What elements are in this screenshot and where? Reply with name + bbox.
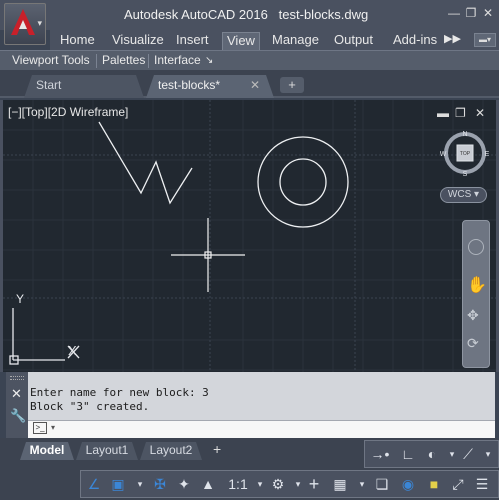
workspace-switch-icon[interactable]: ▦ [329,472,351,496]
chevron-down-icon[interactable]: ▾ [351,472,373,496]
status-bar-upper-tools: →• ∟ ◐ ▾ ⟋ ▾ [364,440,499,468]
tab-add-ins[interactable]: Add-ins [389,32,441,50]
tab-layout2[interactable]: Layout2 [140,442,202,460]
polyline-shape [98,121,193,205]
polar-tracking-icon[interactable]: ⟋ [457,442,479,466]
document-tab-bar: Start test-blocks* ✕ [0,70,499,98]
autocad-logo-icon [11,9,35,35]
tab-model[interactable]: Model [20,442,74,460]
command-history: Enter name for new block: 3 Block "3" cr… [30,386,209,414]
file-name: test-blocks.dwg [278,7,369,22]
crosshair-cursor [171,218,245,292]
tab-start[interactable]: Start [24,75,144,98]
panel-viewport-tools[interactable]: Viewport Tools [12,53,90,69]
viewcube-face-label: TOP [460,151,471,157]
app-name: Autodesk AutoCAD 2016 [124,7,268,22]
compass-e: E [485,151,490,158]
ucs-x-label: X [68,343,77,358]
command-history-line: Block "3" created. [30,400,150,413]
viewport-minimize-icon[interactable]: ▬ [437,106,449,120]
ribbon-panel-row: Viewport Tools Palettes Interface ↘ [0,50,499,70]
tab-manage[interactable]: Manage [268,32,323,50]
drag-grip-icon[interactable] [10,376,24,380]
dynamic-input-icon[interactable]: ∠ [83,472,105,496]
pan-hand-icon[interactable]: ✋ [467,275,487,295]
auto-scale-icon[interactable]: ✦ [173,472,195,496]
ribbon-tab-bar: Home Visualize Insert View Manage Output… [50,30,499,50]
coordinates-icon[interactable]: →• [369,442,391,466]
tab-visualize[interactable]: Visualize [108,32,168,50]
navigation-bar: ✋ ✥ ⟳ [462,220,490,368]
graphics-performance-icon[interactable]: ❏ [371,472,393,496]
isolate-icon[interactable]: ◐ [421,442,443,466]
annotation-visibility-icon[interactable]: ✠ [149,472,171,496]
divider [96,54,97,68]
snap-mode-icon[interactable]: ▣ [107,472,129,496]
chevron-down-icon[interactable]: ▾ [477,442,499,466]
gear-icon[interactable]: ⚙ [267,472,289,496]
zoom-extents-icon[interactable]: ✥ [467,307,479,324]
compass-icon: TOP N S E W [440,131,490,178]
annotation-scale-icon[interactable]: ▲ [197,472,219,496]
chevron-down-icon: ▾ [37,18,42,28]
compass-n: N [462,131,467,138]
hardware-acceleration-icon[interactable]: ■ [423,472,445,496]
tab-drawing-label: test-blocks* [158,78,221,92]
command-input[interactable] [28,420,495,438]
window-title: Autodesk AutoCAD 2016 test-blocks.dwg [124,7,368,22]
wcs-label: WCS [447,189,472,200]
canvas-drawing: Y [3,100,496,372]
plus-icon[interactable]: + [303,472,325,496]
orbit-icon[interactable]: ⟳ [467,335,479,352]
status-bar-lower-tools: ∠ ▣ ▾ ✠ ✦ ▲ 1:1 ▾ ⚙ ▾ + ▦ ▾ ❏ ◉ ■ ⤢ ☰ [80,470,499,498]
maximize-icon[interactable]: ❐ [464,6,478,22]
viewcube[interactable]: TOP N S E W [440,128,490,178]
wcs-menu[interactable]: WCS ▾ [440,187,487,203]
tab-view[interactable]: View [222,32,260,50]
viewport-restore-icon[interactable]: ❐ [455,106,466,120]
fullscreen-icon[interactable]: ⤢ [447,472,469,496]
close-tab-icon[interactable]: ✕ [250,75,260,96]
wrench-icon[interactable]: 🔧 [10,408,26,424]
ucs-y-label: Y [16,292,24,306]
panel-interface[interactable]: Interface [154,53,201,69]
compass-w: W [440,151,447,158]
panel-palettes[interactable]: Palettes [102,53,145,69]
dialog-launcher-icon[interactable]: ↘ [205,53,213,69]
tab-output[interactable]: Output [330,32,377,50]
new-tab-button[interactable]: + [280,77,304,93]
chevron-down-icon[interactable]: ▾ [129,472,151,496]
viewport-close-icon[interactable]: ✕ [475,106,485,120]
tab-insert[interactable]: Insert [172,32,213,50]
command-history-line: Enter name for new block: 3 [30,386,209,399]
customization-menu-icon[interactable]: ☰ [471,472,493,496]
viewport-controls-label[interactable]: [−][Top][2D Wireframe] [8,105,128,119]
tab-start-label: Start [36,78,62,92]
command-line-handle: ✕ 🔧 [6,372,28,438]
more-tabs-icon[interactable]: ▶▶ [444,32,461,45]
drawing-canvas[interactable]: Y [0,100,499,372]
steering-wheel-icon[interactable] [468,239,484,255]
tab-layout1[interactable]: Layout1 [76,442,138,460]
compass-s: S [463,171,468,178]
tab-drawing[interactable]: test-blocks* ✕ [146,75,274,98]
add-layout-button[interactable]: + [213,441,221,457]
divider [148,54,149,68]
command-prompt-icon[interactable]: >_ [33,422,47,434]
ribbon-minimize-icon[interactable]: ▬▾ [474,33,496,47]
ortho-icon[interactable]: ∟ [397,442,419,466]
chevron-down-icon: ▾ [474,189,480,200]
close-icon[interactable]: ✕ [11,386,22,402]
tab-home[interactable]: Home [56,32,99,50]
application-menu-button[interactable]: ▾ [4,3,46,45]
close-icon[interactable]: ✕ [481,6,495,22]
isolate-objects-icon[interactable]: ◉ [397,472,419,496]
minimize-icon[interactable]: — [447,6,461,22]
chevron-down-icon[interactable]: ▾ [51,423,55,432]
